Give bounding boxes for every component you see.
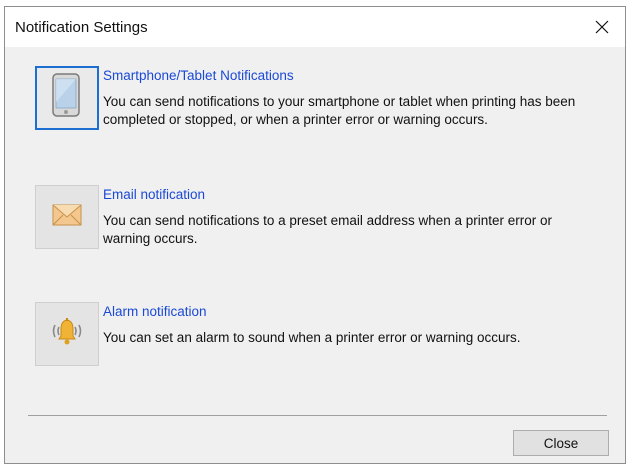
alarm-bell-icon [50,317,84,352]
alarm-notification-description: You can set an alarm to sound when a pri… [103,330,521,345]
smartphone-notification-description: You can send notifications to your smart… [103,94,576,127]
close-button[interactable]: Close [513,430,609,456]
smartphone-notification-button[interactable] [35,66,99,130]
email-notification-button[interactable] [35,185,99,249]
email-notification-link[interactable]: Email notification [103,187,205,203]
smartphone-icon [50,72,84,125]
email-notification-description: You can send notifications to a preset e… [103,213,553,246]
option-email: Email notification You can send notifica… [35,185,605,257]
envelope-icon [52,204,82,231]
footer-separator [28,415,607,416]
smartphone-notification-link[interactable]: Smartphone/Tablet Notifications [103,68,294,84]
notification-settings-dialog: Notification Settings Smartphone/Tablet … [4,6,626,464]
alarm-notification-button[interactable] [35,302,99,366]
alarm-notification-link[interactable]: Alarm notification [103,304,207,320]
dialog-title: Notification Settings [15,19,148,36]
option-smartphone-tablet: Smartphone/Tablet Notifications You can … [35,66,605,138]
title-bar: Notification Settings [5,7,625,47]
option-alarm: Alarm notification You can set an alarm … [35,302,605,374]
close-icon[interactable] [579,7,625,47]
